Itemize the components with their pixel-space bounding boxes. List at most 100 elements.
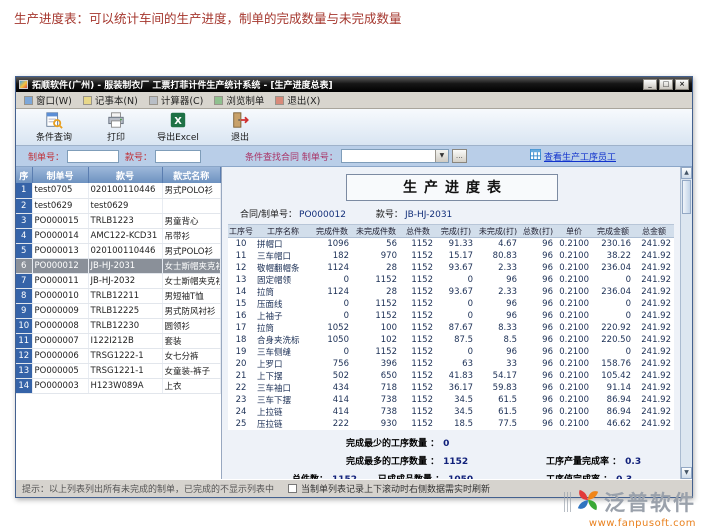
table-cell[interactable]: 020100110446 bbox=[88, 183, 162, 198]
query-button[interactable]: 条件查询 bbox=[26, 111, 82, 144]
table-cell[interactable]: JB-HJ-2031 bbox=[88, 258, 162, 273]
excel-icon: X bbox=[169, 111, 187, 129]
table-cell[interactable]: 5 bbox=[16, 243, 32, 258]
vendor-url[interactable]: www.fanpusoft.com bbox=[564, 518, 696, 529]
table-cell[interactable]: PO000008 bbox=[32, 318, 88, 333]
table-cell[interactable]: 套装 bbox=[162, 333, 221, 348]
table-cell[interactable]: AMC122-KCD31 bbox=[88, 228, 162, 243]
style-no-input[interactable] bbox=[155, 150, 201, 163]
scroll-down-icon[interactable]: ▼ bbox=[681, 467, 692, 479]
employee-link-group: 查看生产工序员工 bbox=[530, 149, 616, 163]
menu-item[interactable]: 计算器(C) bbox=[145, 92, 211, 108]
table-row[interactable]: 6PO000012JB-HJ-2031女士斯帽夹克衫 bbox=[16, 258, 221, 273]
table-cell[interactable]: PO000010 bbox=[32, 288, 88, 303]
table-row[interactable]: 3PO000015TRLB1223男童背心 bbox=[16, 213, 221, 228]
menu-item[interactable]: 窗口(W) bbox=[20, 92, 79, 108]
table-cell[interactable]: 男式POLO衫 bbox=[162, 183, 221, 198]
table-cell[interactable]: 上衣 bbox=[162, 378, 221, 393]
table-cell[interactable]: I122I212B bbox=[88, 333, 162, 348]
exit-button[interactable]: 退出 bbox=[212, 111, 268, 144]
table-cell[interactable]: 女士斯帽夹克衫 bbox=[162, 258, 221, 273]
table-cell: 0 bbox=[436, 346, 476, 358]
table-cell[interactable]: 6 bbox=[16, 258, 32, 273]
table-cell[interactable]: 圆领衫 bbox=[162, 318, 221, 333]
table-cell[interactable]: 13 bbox=[16, 363, 32, 378]
table-cell[interactable]: PO000003 bbox=[32, 378, 88, 393]
table-cell[interactable] bbox=[162, 198, 221, 213]
table-cell[interactable]: test0705 bbox=[32, 183, 88, 198]
table-cell[interactable]: 12 bbox=[16, 348, 32, 363]
table-cell[interactable]: 女童装-裤子 bbox=[162, 363, 221, 378]
table-cell[interactable]: PO000009 bbox=[32, 303, 88, 318]
table-cell[interactable]: 10 bbox=[16, 318, 32, 333]
contract-combo[interactable]: ▼ bbox=[341, 149, 449, 163]
table-cell[interactable]: 1 bbox=[16, 183, 32, 198]
table-cell[interactable]: 020100110446 bbox=[88, 243, 162, 258]
chevron-down-icon[interactable]: ▼ bbox=[435, 150, 448, 162]
table-cell[interactable]: TRLB12230 bbox=[88, 318, 162, 333]
refresh-checkbox[interactable] bbox=[288, 484, 297, 493]
table-cell: 96 bbox=[520, 238, 556, 251]
table-cell[interactable]: PO000014 bbox=[32, 228, 88, 243]
table-cell[interactable]: TRSG1222-1 bbox=[88, 348, 162, 363]
table-row[interactable]: 13PO000005TRSG1221-1女童装-裤子 bbox=[16, 363, 221, 378]
table-cell[interactable]: TRSG1221-1 bbox=[88, 363, 162, 378]
combo-more-button[interactable]: … bbox=[452, 149, 467, 163]
table-row[interactable]: 14PO000003H123W089A上衣 bbox=[16, 378, 221, 393]
table-cell[interactable]: PO000005 bbox=[32, 363, 88, 378]
table-cell[interactable]: JB-HJ-2032 bbox=[88, 273, 162, 288]
table-cell[interactable]: test0629 bbox=[88, 198, 162, 213]
table-row[interactable]: 10PO000008TRLB12230圆领衫 bbox=[16, 318, 221, 333]
menu-item[interactable]: 浏览制单 bbox=[210, 92, 271, 108]
menu-item[interactable]: 记事本(N) bbox=[79, 92, 145, 108]
table-cell[interactable]: 14 bbox=[16, 378, 32, 393]
minimize-button[interactable]: _ bbox=[643, 79, 657, 90]
table-cell[interactable]: PO000006 bbox=[32, 348, 88, 363]
table-cell[interactable]: PO000013 bbox=[32, 243, 88, 258]
table-row[interactable]: 5PO000013020100110446男式POLO衫 bbox=[16, 243, 221, 258]
table-cell[interactable]: 女士斯帽夹克衫 bbox=[162, 273, 221, 288]
table-row[interactable]: 8PO000010TRLB12211男短袖T恤 bbox=[16, 288, 221, 303]
table-cell[interactable]: PO000012 bbox=[32, 258, 88, 273]
table-cell[interactable]: TRLB12225 bbox=[88, 303, 162, 318]
close-button[interactable]: × bbox=[675, 79, 689, 90]
table-cell[interactable]: TRLB12211 bbox=[88, 288, 162, 303]
table-row[interactable]: 11PO000007I122I212B套装 bbox=[16, 333, 221, 348]
table-cell[interactable]: 男式防风衬衫 bbox=[162, 303, 221, 318]
menu-item[interactable]: 退出(X) bbox=[271, 92, 327, 108]
table-cell[interactable]: 男童背心 bbox=[162, 213, 221, 228]
table-cell[interactable]: TRLB1223 bbox=[88, 213, 162, 228]
export-excel-button[interactable]: X 导出Excel bbox=[150, 111, 206, 144]
vertical-scrollbar[interactable]: ▲ ▼ bbox=[680, 167, 692, 479]
order-no-input[interactable] bbox=[67, 150, 119, 163]
table-cell[interactable]: 8 bbox=[16, 288, 32, 303]
table-cell[interactable]: 9 bbox=[16, 303, 32, 318]
table-cell[interactable]: H123W089A bbox=[88, 378, 162, 393]
table-cell[interactable]: 男式POLO衫 bbox=[162, 243, 221, 258]
table-row[interactable]: 7PO000011JB-HJ-2032女士斯帽夹克衫 bbox=[16, 273, 221, 288]
table-cell[interactable]: 男短袖T恤 bbox=[162, 288, 221, 303]
table-cell[interactable]: 2 bbox=[16, 198, 32, 213]
table-cell[interactable]: 吊带衫 bbox=[162, 228, 221, 243]
table-row[interactable]: 9PO000009TRLB12225男式防风衬衫 bbox=[16, 303, 221, 318]
table-row[interactable]: 4PO000014AMC122-KCD31吊带衫 bbox=[16, 228, 221, 243]
table-cell: 34.5 bbox=[436, 406, 476, 418]
print-button[interactable]: 打印 bbox=[88, 111, 144, 144]
table-cell: 241.92 bbox=[634, 238, 674, 251]
maximize-button[interactable]: □ bbox=[659, 79, 673, 90]
table-cell[interactable]: 3 bbox=[16, 213, 32, 228]
table-cell[interactable]: 女七分裤 bbox=[162, 348, 221, 363]
table-row[interactable]: 1test0705020100110446男式POLO衫 bbox=[16, 183, 221, 198]
table-cell[interactable]: 7 bbox=[16, 273, 32, 288]
table-cell[interactable]: PO000011 bbox=[32, 273, 88, 288]
table-cell[interactable]: PO000007 bbox=[32, 333, 88, 348]
table-row[interactable]: 12PO000006TRSG1222-1女七分裤 bbox=[16, 348, 221, 363]
scrollbar-thumb[interactable] bbox=[682, 180, 691, 214]
table-cell[interactable]: PO000015 bbox=[32, 213, 88, 228]
table-cell[interactable]: 11 bbox=[16, 333, 32, 348]
view-process-employee-link[interactable]: 查看生产工序员工 bbox=[544, 150, 616, 163]
table-cell[interactable]: 4 bbox=[16, 228, 32, 243]
scroll-up-icon[interactable]: ▲ bbox=[681, 167, 692, 179]
table-cell[interactable]: test0629 bbox=[32, 198, 88, 213]
table-row[interactable]: 2test0629test0629 bbox=[16, 198, 221, 213]
